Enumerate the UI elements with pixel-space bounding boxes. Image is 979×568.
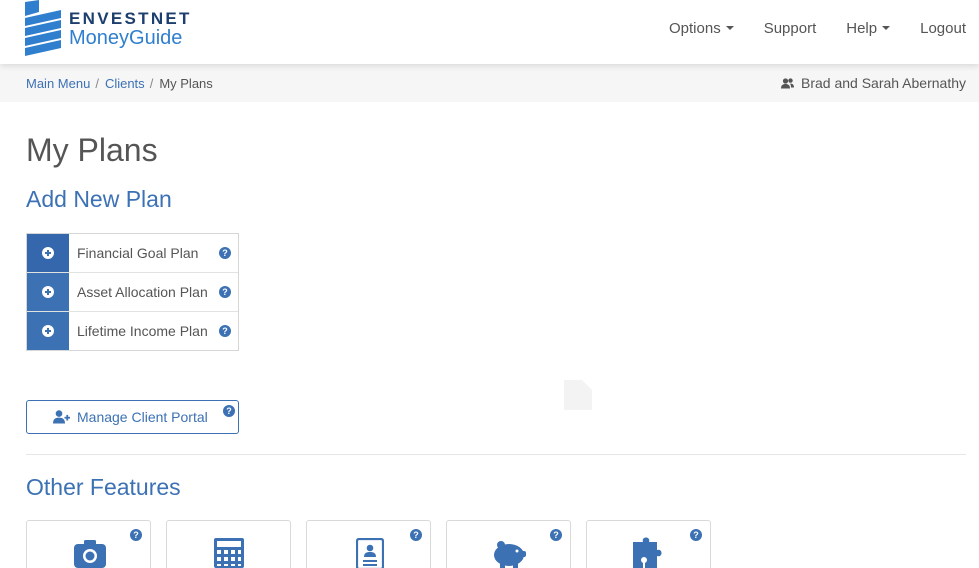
plan-row-asset-allocation[interactable]: Asset Allocation Plan ? [27, 273, 238, 312]
manage-client-portal-button[interactable]: Manage Client Portal ? [26, 400, 239, 434]
question-circle-icon: ? [219, 247, 231, 259]
users-icon [780, 77, 794, 88]
section-divider [26, 454, 966, 455]
add-asset-allocation-plan-button[interactable] [27, 273, 69, 311]
nav-help[interactable]: Help [829, 20, 903, 37]
plan-label[interactable]: Asset Allocation Plan [69, 273, 212, 311]
nav-options[interactable]: Options [652, 20, 747, 37]
piggy-bank-icon [494, 541, 526, 568]
other-features-heading: Other Features [26, 474, 181, 500]
brand-line-1: ENVESTNET [69, 9, 192, 28]
plan-help-button[interactable]: ? [212, 234, 238, 272]
breadcrumb-current: My Plans [159, 76, 213, 91]
question-circle-icon[interactable]: ? [550, 529, 562, 541]
user-plus-icon [53, 410, 70, 424]
question-circle-icon[interactable]: ? [410, 529, 422, 541]
plus-circle-icon [42, 325, 54, 337]
nav-options-label: Options [669, 19, 721, 37]
nav-menu: Options Support Help Logout [652, 0, 979, 56]
plan-help-button[interactable]: ? [212, 273, 238, 311]
breadcrumb-separator: / [95, 76, 99, 91]
feature-tile-puzzle[interactable]: ? [586, 520, 711, 568]
plan-row-lifetime-income[interactable]: Lifetime Income Plan ? [27, 312, 238, 350]
question-circle-icon: ? [219, 325, 231, 337]
feature-tile-camera[interactable]: ? [26, 520, 151, 568]
nav-help-label: Help [846, 19, 878, 37]
breadcrumb-separator: / [149, 76, 154, 91]
document-icon [356, 538, 384, 568]
question-circle-icon[interactable]: ? [690, 529, 702, 541]
feature-tiles: ? ? ? ? [26, 520, 726, 568]
brand-line-2: MoneyGuide [69, 27, 183, 49]
add-lifetime-income-plan-button[interactable] [27, 312, 69, 350]
nav-support[interactable]: Support [747, 20, 830, 37]
nav-logout[interactable]: Logout [903, 20, 979, 37]
breadcrumb-clients[interactable]: Clients [105, 76, 145, 91]
puzzle-icon [633, 537, 662, 568]
plus-circle-icon [42, 286, 54, 298]
breadcrumb-bar: Main Menu / Clients / My Plans Brad and … [0, 64, 979, 102]
plus-circle-icon [42, 247, 54, 259]
logo-mark-icon [25, 0, 61, 56]
add-financial-goal-plan-button[interactable] [27, 234, 69, 272]
question-circle-icon: ? [219, 286, 231, 298]
client-name-label: Brad and Sarah Abernathy [800, 75, 966, 91]
client-name[interactable]: Brad and Sarah Abernathy [780, 75, 966, 91]
plan-help-button[interactable]: ? [212, 312, 238, 350]
breadcrumb: Main Menu / Clients / My Plans [26, 76, 213, 91]
add-plan-list: Financial Goal Plan ? Asset Allocation P… [26, 233, 239, 351]
envestnet-moneyguide-logo[interactable]: ENVESTNET MoneyGuide [25, 0, 205, 58]
question-circle-icon[interactable]: ? [130, 529, 142, 541]
breadcrumb-main-menu[interactable]: Main Menu [26, 76, 90, 91]
camera-icon [74, 540, 106, 568]
nav-logout-label: Logout [920, 19, 966, 37]
plan-row-financial-goal[interactable]: Financial Goal Plan ? [27, 234, 238, 273]
top-navbar: ENVESTNET MoneyGuide Options Support Hel… [0, 0, 979, 64]
loading-placeholder-icon [564, 380, 592, 410]
manage-client-portal-label: Manage Client Portal [77, 409, 208, 425]
plan-label[interactable]: Financial Goal Plan [69, 234, 212, 272]
calculator-icon [214, 538, 244, 568]
feature-tile-calculator[interactable] [166, 520, 291, 568]
feature-tile-piggy-bank[interactable]: ? [446, 520, 571, 568]
page-title: My Plans [26, 132, 158, 168]
feature-tile-document[interactable]: ? [306, 520, 431, 568]
chevron-down-icon [882, 25, 891, 30]
add-new-plan-heading: Add New Plan [26, 186, 172, 212]
chevron-down-icon [725, 25, 734, 30]
nav-support-label: Support [763, 19, 817, 37]
question-circle-icon[interactable]: ? [223, 405, 235, 417]
plan-label[interactable]: Lifetime Income Plan [69, 312, 212, 350]
